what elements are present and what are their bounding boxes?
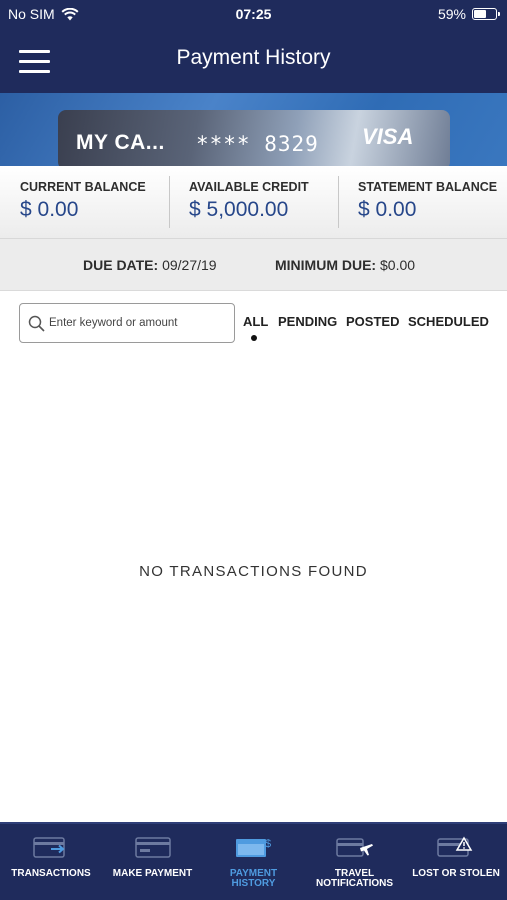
app-header: No SIM 07:25 59% Payment History	[0, 0, 507, 93]
tab-lost-or-stolen[interactable]: LOST OR STOLEN	[405, 824, 507, 900]
empty-state-message: NO TRANSACTIONS FOUND	[139, 563, 368, 580]
card-warning-icon	[437, 836, 473, 857]
statement-balance-value: $ 0.00	[358, 198, 417, 221]
bottom-tab-bar: TRANSACTIONS MAKE PAYMENT $ PAYMENT HIST…	[0, 822, 507, 900]
tab-transactions[interactable]: TRANSACTIONS	[0, 824, 102, 900]
tab-lost-or-stolen-label: LOST OR STOLEN	[412, 868, 500, 879]
available-credit-label: AVAILABLE CREDIT	[189, 180, 309, 194]
battery-fill	[474, 10, 486, 18]
battery-group: 59%	[437, 6, 500, 22]
selected-filter-indicator	[251, 335, 257, 341]
divider	[169, 176, 170, 228]
minimum-due: MINIMUM DUE: $0.00	[275, 257, 415, 273]
filter-pending[interactable]: PENDING	[278, 314, 337, 329]
card-icon	[135, 837, 171, 858]
card-name: MY CA...	[76, 131, 165, 154]
available-credit-value: $ 5,000.00	[189, 198, 289, 221]
due-row: DUE DATE: 09/27/19 MINIMUM DUE: $0.00	[0, 239, 507, 291]
status-bar: No SIM 07:25 59%	[0, 0, 507, 28]
minimum-due-label: MINIMUM DUE:	[275, 257, 377, 273]
card-airplane-icon	[336, 838, 373, 857]
divider	[338, 176, 339, 228]
current-balance-value: $ 0.00	[20, 198, 79, 221]
filter-scheduled[interactable]: SCHEDULED	[408, 314, 489, 329]
visa-logo: VISA	[362, 124, 414, 149]
statement-balance-label: STATEMENT BALANCE	[358, 180, 498, 194]
card-hero: MY CA... **** 8329 VISA	[0, 93, 507, 166]
battery-icon	[472, 8, 500, 20]
tab-travel-notifications[interactable]: TRAVEL NOTIFICATIONS	[304, 824, 405, 900]
balances-row: CURRENT BALANCE $ 0.00 AVAILABLE CREDIT …	[0, 166, 507, 239]
available-credit: AVAILABLE CREDIT $ 5,000.00	[189, 166, 339, 239]
svg-text:$: $	[265, 838, 271, 850]
card-number: **** 8329	[196, 132, 319, 156]
tab-make-payment-label: MAKE PAYMENT	[112, 868, 193, 879]
tab-travel-label-2: NOTIFICATIONS	[315, 878, 394, 889]
battery-percent: 59%	[437, 6, 466, 22]
credit-card[interactable]: MY CA... **** 8329 VISA	[58, 110, 450, 166]
clock: 07:25	[235, 6, 272, 22]
due-date-label: DUE DATE:	[83, 257, 159, 273]
page-title: Payment History	[176, 46, 331, 69]
calendar-dollar-icon: $	[236, 838, 271, 857]
filter-all[interactable]: ALL	[243, 314, 268, 329]
due-date-value: 09/27/19	[162, 257, 217, 273]
due-date: DUE DATE: 09/27/19	[83, 257, 217, 273]
card-arrow-icon	[33, 837, 65, 858]
tab-payment-history-label-2: HISTORY	[231, 878, 276, 889]
battery-tip	[498, 12, 500, 16]
current-balance-label: CURRENT BALANCE	[20, 180, 146, 194]
tab-make-payment[interactable]: MAKE PAYMENT	[102, 824, 203, 900]
minimum-due-value: $0.00	[380, 257, 416, 273]
statement-balance: STATEMENT BALANCE $ 0.00	[358, 166, 507, 239]
tab-payment-history[interactable]: $ PAYMENT HISTORY	[203, 824, 304, 900]
tab-transactions-label: TRANSACTIONS	[11, 868, 91, 879]
current-balance: CURRENT BALANCE $ 0.00	[20, 166, 170, 239]
filter-posted[interactable]: POSTED	[346, 314, 399, 329]
